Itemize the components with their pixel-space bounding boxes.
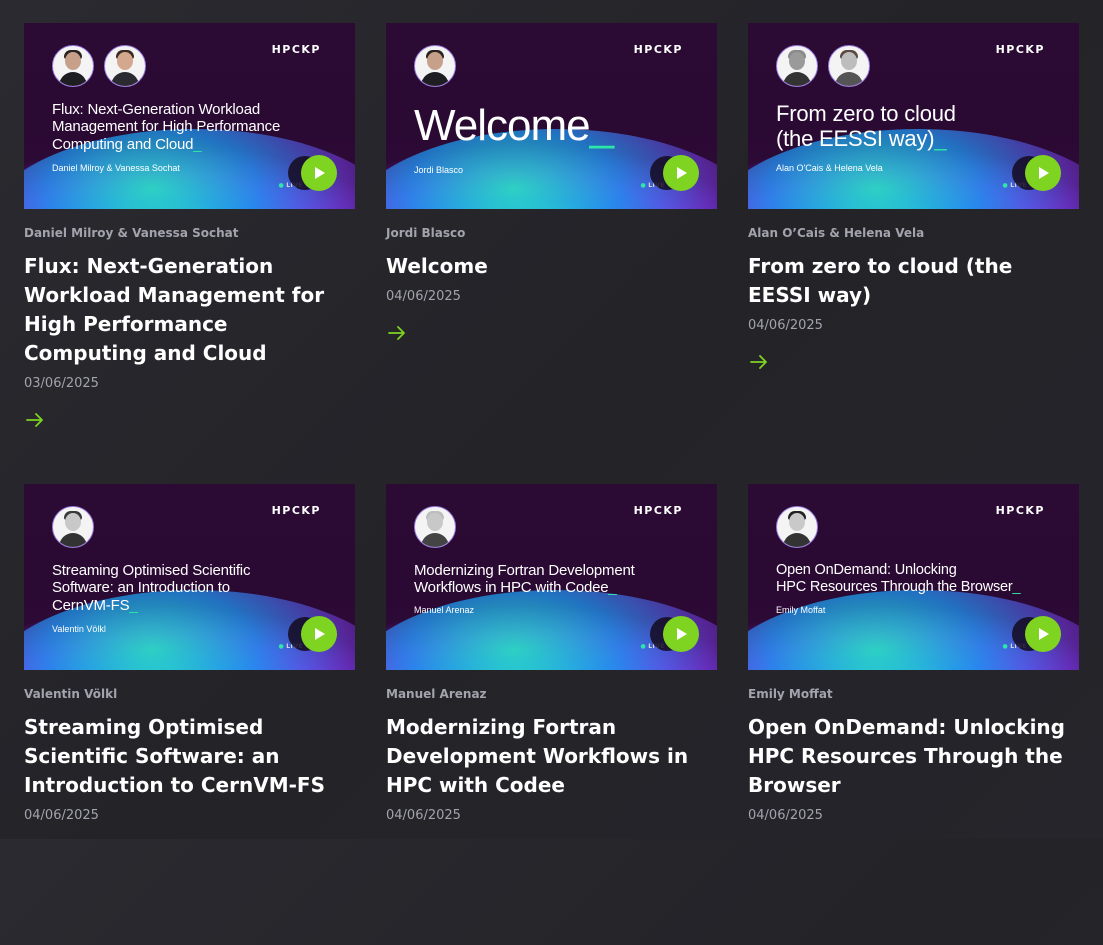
video-date: 04/06/2025 bbox=[24, 808, 99, 823]
thumbnail-title: Modernizing Fortran Development Workflow… bbox=[414, 562, 635, 597]
speaker-avatars bbox=[776, 506, 818, 548]
live-badge: ● LIVE bbox=[1002, 182, 1027, 189]
video-grid: HPCKP Flux: Next-Generation Workload Man… bbox=[24, 23, 1079, 945]
play-icon bbox=[315, 167, 325, 179]
play-icon bbox=[1039, 628, 1049, 640]
video-title[interactable]: Flux: Next-Generation Workload Managemen… bbox=[24, 252, 355, 368]
live-badge: ● LIVE bbox=[278, 643, 303, 650]
speaker-name: Emily Moffat bbox=[748, 687, 833, 701]
video-date: 04/06/2025 bbox=[748, 808, 823, 823]
video-title[interactable]: Streaming Optimised Scientific Software:… bbox=[24, 713, 355, 800]
avatar bbox=[52, 45, 94, 87]
video-title[interactable]: Modernizing Fortran Development Workflow… bbox=[386, 713, 717, 800]
avatar bbox=[828, 45, 870, 87]
play-button[interactable] bbox=[663, 155, 699, 191]
live-badge: ● LIVE bbox=[640, 643, 665, 650]
brand-logo: HPCKP bbox=[271, 504, 321, 517]
video-card: HPCKP From zero to cloud (the EESSI way)… bbox=[748, 23, 1079, 484]
brand-logo: HPCKP bbox=[633, 504, 683, 517]
play-button[interactable] bbox=[1025, 155, 1061, 191]
avatar bbox=[776, 506, 818, 548]
thumbnail-speaker: Manuel Arenaz bbox=[414, 605, 475, 615]
video-date: 04/06/2025 bbox=[748, 318, 823, 333]
arrow-right-icon[interactable] bbox=[24, 409, 46, 431]
video-thumbnail[interactable]: HPCKP Welcome_ Jordi Blasco ● LIVE bbox=[386, 23, 717, 209]
thumbnail-title: Flux: Next-Generation Workload Managemen… bbox=[52, 101, 281, 153]
live-badge: ● LIVE bbox=[1002, 643, 1027, 650]
video-thumbnail[interactable]: HPCKP Modernizing Fortran Development Wo… bbox=[386, 484, 717, 670]
avatar bbox=[414, 45, 456, 87]
video-date: 04/06/2025 bbox=[386, 808, 461, 823]
avatar bbox=[52, 506, 94, 548]
brand-logo: HPCKP bbox=[995, 43, 1045, 56]
thumbnail-title: Welcome_ bbox=[414, 101, 614, 150]
video-card: HPCKP Modernizing Fortran Development Wo… bbox=[386, 484, 717, 945]
brand-logo: HPCKP bbox=[271, 43, 321, 56]
avatar bbox=[104, 45, 146, 87]
video-card: HPCKP Streaming Optimised Scientific Sof… bbox=[24, 484, 355, 945]
video-title[interactable]: From zero to cloud (the EESSI way) bbox=[748, 252, 1079, 310]
speaker-name: Jordi Blasco bbox=[386, 226, 466, 240]
speaker-avatars bbox=[52, 506, 94, 548]
thumbnail-title: Open OnDemand: Unlocking HPC Resources T… bbox=[776, 562, 1021, 595]
avatar bbox=[414, 506, 456, 548]
play-button[interactable] bbox=[663, 616, 699, 652]
speaker-name: Manuel Arenaz bbox=[386, 687, 487, 701]
video-date: 03/06/2025 bbox=[24, 376, 99, 391]
play-button[interactable] bbox=[1025, 616, 1061, 652]
speaker-avatars bbox=[52, 45, 146, 87]
play-icon bbox=[1039, 167, 1049, 179]
thumbnail-speaker: Daniel Milroy & Vanessa Sochat bbox=[52, 163, 180, 173]
play-button[interactable] bbox=[301, 155, 337, 191]
thumbnail-speaker: Emily Moffat bbox=[776, 605, 826, 615]
thumbnail-title: From zero to cloud (the EESSI way)_ bbox=[776, 101, 956, 152]
live-badge: ● LIVE bbox=[278, 182, 303, 189]
video-title[interactable]: Welcome bbox=[386, 252, 717, 281]
video-card: HPCKP Flux: Next-Generation Workload Man… bbox=[24, 23, 355, 484]
thumbnail-speaker: Alan O'Cais & Helena Vela bbox=[776, 163, 883, 173]
video-thumbnail[interactable]: HPCKP From zero to cloud (the EESSI way)… bbox=[748, 23, 1079, 209]
speaker-avatars bbox=[414, 506, 456, 548]
video-date: 04/06/2025 bbox=[386, 289, 461, 304]
brand-logo: HPCKP bbox=[633, 43, 683, 56]
play-icon bbox=[677, 167, 687, 179]
video-thumbnail[interactable]: HPCKP Open OnDemand: Unlocking HPC Resou… bbox=[748, 484, 1079, 670]
live-badge: ● LIVE bbox=[640, 182, 665, 189]
thumbnail-speaker: Valentin Völkl bbox=[52, 624, 106, 634]
speaker-name: Alan O’Cais & Helena Vela bbox=[748, 226, 925, 240]
avatar bbox=[776, 45, 818, 87]
video-thumbnail[interactable]: HPCKP Flux: Next-Generation Workload Man… bbox=[24, 23, 355, 209]
thumbnail-title: Streaming Optimised Scientific Software:… bbox=[52, 562, 251, 614]
speaker-name: Valentin Völkl bbox=[24, 687, 118, 701]
brand-logo: HPCKP bbox=[995, 504, 1045, 517]
play-button[interactable] bbox=[301, 616, 337, 652]
speaker-avatars bbox=[414, 45, 456, 87]
video-card: HPCKP Welcome_ Jordi Blasco ● LIVE Jordi … bbox=[386, 23, 717, 484]
speaker-name: Daniel Milroy & Vanessa Sochat bbox=[24, 226, 239, 240]
speaker-avatars bbox=[776, 45, 870, 87]
play-icon bbox=[677, 628, 687, 640]
arrow-right-icon[interactable] bbox=[748, 351, 770, 373]
arrow-right-icon[interactable] bbox=[386, 322, 408, 344]
thumbnail-speaker: Jordi Blasco bbox=[414, 165, 464, 175]
video-card: HPCKP Open OnDemand: Unlocking HPC Resou… bbox=[748, 484, 1079, 945]
video-thumbnail[interactable]: HPCKP Streaming Optimised Scientific Sof… bbox=[24, 484, 355, 670]
video-title[interactable]: Open OnDemand: Unlocking HPC Resources T… bbox=[748, 713, 1079, 800]
play-icon bbox=[315, 628, 325, 640]
